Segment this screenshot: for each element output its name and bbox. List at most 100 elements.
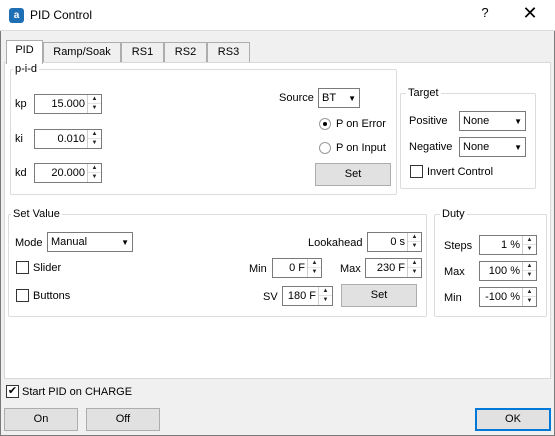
buttons-checkbox[interactable]: [16, 289, 29, 302]
duty-max-spin-arrows: ▲ ▼: [522, 262, 536, 280]
spin-up-icon[interactable]: ▲: [408, 233, 421, 242]
duty-min-label: Min: [444, 292, 462, 304]
min-spin-arrows: ▲ ▼: [307, 259, 321, 277]
lookahead-spin-arrows: ▲ ▼: [407, 233, 421, 251]
lookahead-value: 0 s: [390, 236, 405, 248]
spin-up-icon[interactable]: ▲: [308, 259, 321, 268]
duty-min-spinbox[interactable]: -100 % ▲ ▼: [479, 287, 537, 307]
sv-set-button[interactable]: Set: [341, 284, 417, 307]
duty-group-label: Duty: [440, 207, 467, 221]
duty-steps-spin-arrows: ▲ ▼: [522, 236, 536, 254]
p-on-error-radio[interactable]: [319, 118, 331, 130]
ki-spinbox[interactable]: 0.010 ▲ ▼: [34, 129, 102, 149]
pid-set-button[interactable]: Set: [315, 163, 391, 186]
mode-label: Mode: [15, 237, 43, 249]
source-select[interactable]: BT ▼: [318, 88, 360, 108]
mode-value: Manual: [51, 236, 88, 248]
spin-up-icon[interactable]: ▲: [319, 287, 332, 296]
start-pid-label: Start PID on CHARGE: [22, 386, 133, 398]
tab-pid[interactable]: PID: [6, 40, 43, 64]
spin-down-icon[interactable]: ▼: [308, 268, 321, 277]
lookahead-spinbox[interactable]: 0 s ▲ ▼: [367, 232, 422, 252]
spin-up-icon[interactable]: ▲: [88, 164, 101, 173]
negative-value: None: [463, 141, 490, 153]
pid-group-label: p-i-d: [13, 62, 40, 76]
positive-label: Positive: [409, 115, 448, 127]
window-title: PID Control: [30, 8, 93, 22]
tab-rs3[interactable]: RS3: [207, 42, 250, 63]
duty-max-value: 100 %: [488, 265, 520, 277]
spin-down-icon[interactable]: ▼: [88, 104, 101, 113]
chevron-down-icon: ▼: [121, 238, 129, 247]
max-spin-arrows: ▲ ▼: [407, 259, 421, 277]
tab-ramp-soak[interactable]: Ramp/Soak: [43, 42, 121, 63]
slider-label: Slider: [33, 262, 62, 274]
ki-spin-arrows: ▲ ▼: [87, 130, 101, 148]
spin-down-icon[interactable]: ▼: [523, 271, 536, 280]
on-button[interactable]: On: [4, 408, 78, 431]
title-bar: a PID Control ? ✕: [0, 0, 555, 31]
negative-select[interactable]: None ▼: [459, 137, 526, 157]
start-pid-checkbox[interactable]: ✔: [6, 385, 19, 398]
lookahead-label: Lookahead: [308, 237, 363, 249]
mode-select[interactable]: Manual ▼: [47, 232, 133, 252]
min-label: Min: [249, 263, 267, 275]
ok-button[interactable]: OK: [475, 408, 551, 431]
close-button[interactable]: ✕: [515, 3, 545, 25]
max-label: Max: [340, 263, 361, 275]
spin-down-icon[interactable]: ▼: [319, 296, 332, 305]
kp-label: kp: [15, 98, 27, 110]
spin-up-icon[interactable]: ▲: [523, 288, 536, 297]
spin-down-icon[interactable]: ▼: [88, 139, 101, 148]
kd-spinbox[interactable]: 20.000 ▲ ▼: [34, 163, 102, 183]
duty-min-spin-arrows: ▲ ▼: [522, 288, 536, 306]
invert-control-label: Invert Control: [427, 166, 494, 178]
negative-label: Negative: [409, 141, 453, 153]
duty-steps-value: 1 %: [501, 239, 520, 251]
chevron-down-icon: ▼: [514, 117, 522, 126]
source-label: Source: [279, 92, 314, 104]
spin-down-icon[interactable]: ▼: [408, 268, 421, 277]
positive-select[interactable]: None ▼: [459, 111, 526, 131]
spin-down-icon[interactable]: ▼: [523, 245, 536, 254]
tab-rs1[interactable]: RS1: [121, 42, 164, 63]
source-value: BT: [322, 92, 337, 104]
spin-down-icon[interactable]: ▼: [88, 173, 101, 182]
spin-down-icon[interactable]: ▼: [408, 242, 421, 251]
positive-value: None: [463, 115, 490, 127]
p-on-input-radio[interactable]: [319, 142, 331, 154]
kp-spinbox[interactable]: 15.000 ▲ ▼: [34, 94, 102, 114]
kd-label: kd: [15, 167, 27, 179]
spin-down-icon[interactable]: ▼: [523, 297, 536, 306]
help-button[interactable]: ?: [470, 5, 500, 25]
off-button[interactable]: Off: [86, 408, 160, 431]
spin-up-icon[interactable]: ▲: [523, 262, 536, 271]
slider-checkbox[interactable]: [16, 261, 29, 274]
duty-max-spinbox[interactable]: 100 % ▲ ▼: [479, 261, 537, 281]
kp-spin-arrows: ▲ ▼: [87, 95, 101, 113]
invert-control-checkbox[interactable]: [410, 165, 423, 178]
kd-value: 20.000: [51, 167, 85, 179]
min-spinbox[interactable]: 0 F ▲ ▼: [272, 258, 322, 278]
sv-spinbox[interactable]: 180 F ▲ ▼: [282, 286, 333, 306]
sv-value: 180 F: [287, 290, 316, 302]
min-value: 0 F: [289, 262, 305, 274]
spin-up-icon[interactable]: ▲: [408, 259, 421, 268]
help-icon: ?: [481, 5, 489, 20]
set-value-group-label: Set Value: [11, 207, 62, 221]
check-mark-icon: ✔: [7, 385, 18, 397]
spin-up-icon[interactable]: ▲: [88, 130, 101, 139]
duty-max-label: Max: [444, 266, 465, 278]
spin-up-icon[interactable]: ▲: [523, 236, 536, 245]
duty-steps-spinbox[interactable]: 1 % ▲ ▼: [479, 235, 537, 255]
tab-rs2[interactable]: RS2: [164, 42, 207, 63]
spin-up-icon[interactable]: ▲: [88, 95, 101, 104]
target-group-label: Target: [406, 86, 441, 100]
p-on-error-label: P on Error: [336, 118, 386, 130]
chevron-down-icon: ▼: [514, 143, 522, 152]
duty-steps-label: Steps: [444, 240, 473, 252]
max-spinbox[interactable]: 230 F ▲ ▼: [365, 258, 422, 278]
ki-value: 0.010: [57, 133, 85, 145]
app-icon: a: [9, 8, 24, 23]
duty-min-value: -100 %: [485, 291, 520, 303]
